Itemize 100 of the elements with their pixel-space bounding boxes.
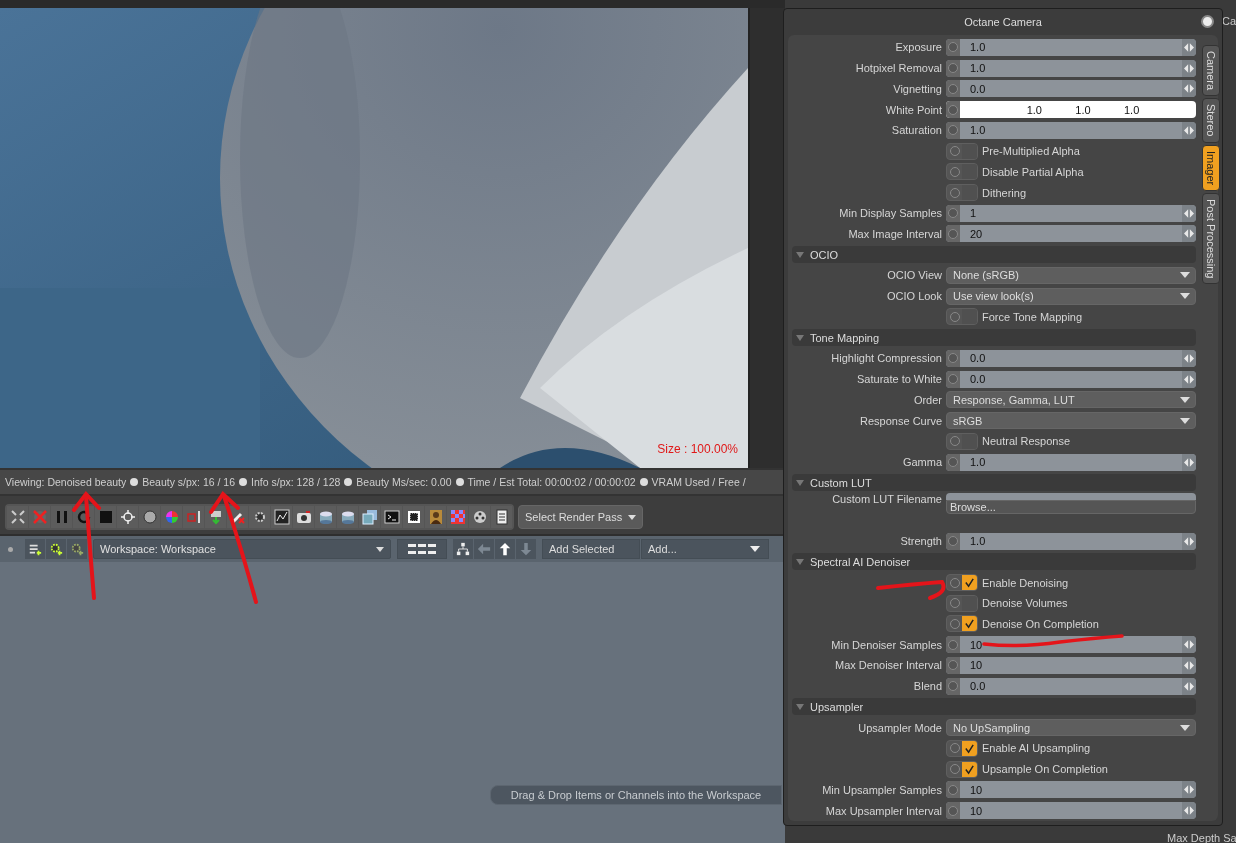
keyframe-dot-icon[interactable] xyxy=(949,577,960,588)
document-button[interactable] xyxy=(491,506,512,528)
arrows-icon[interactable] xyxy=(1184,806,1194,816)
checkbox[interactable] xyxy=(946,615,978,633)
dropdown[interactable]: None (sRGB) xyxy=(946,266,1196,284)
keyframe-dot-icon[interactable] xyxy=(948,83,958,94)
filename-field[interactable] xyxy=(946,493,1196,501)
arrows-icon[interactable] xyxy=(1184,536,1194,546)
checkbox[interactable] xyxy=(946,308,978,326)
dropdown[interactable]: Response, Gamma, LUT xyxy=(946,391,1196,409)
add-gear-button[interactable] xyxy=(46,539,66,559)
number-field[interactable]: 1.0 xyxy=(946,121,1196,139)
camera-button[interactable] xyxy=(293,506,314,528)
keyframe-dot-icon[interactable] xyxy=(948,63,958,74)
workspace-dropdown[interactable]: Workspace: Workspace xyxy=(93,539,391,559)
keyframe-dot-icon[interactable] xyxy=(948,784,958,795)
vertical-tab[interactable]: Camera xyxy=(1202,45,1220,97)
number-field[interactable]: 1.0 xyxy=(946,38,1196,56)
section-header[interactable]: Custom LUT xyxy=(792,474,1196,492)
keyframe-dot-icon[interactable] xyxy=(948,805,958,816)
number-field[interactable]: 10 xyxy=(946,656,1196,674)
arrows-icon[interactable] xyxy=(1184,660,1194,670)
number-field[interactable]: 1.0 xyxy=(946,453,1196,471)
number-field[interactable]: 0.0 xyxy=(946,370,1196,388)
arrows-icon[interactable] xyxy=(1184,374,1194,384)
keyframe-dot-icon[interactable] xyxy=(948,208,958,219)
keyframe-dot-icon[interactable] xyxy=(948,536,958,547)
focus-button[interactable] xyxy=(117,506,138,528)
frame-button[interactable] xyxy=(403,506,424,528)
add-selected-button[interactable]: Add Selected xyxy=(542,539,640,559)
keyframe-dot-icon[interactable] xyxy=(948,353,958,364)
number-field[interactable]: 0.0 xyxy=(946,677,1196,695)
checker-button[interactable] xyxy=(447,506,468,528)
checkbox[interactable] xyxy=(946,574,978,591)
dropdown[interactable]: sRGB xyxy=(946,412,1196,430)
number-field[interactable]: 10 xyxy=(946,781,1196,799)
number-field[interactable]: 20 xyxy=(946,225,1196,243)
vertical-tab[interactable]: Imager xyxy=(1202,144,1220,191)
section-header[interactable]: Tone Mapping xyxy=(792,329,1196,347)
keyframe-dot-icon[interactable] xyxy=(949,743,960,754)
keyframe-dot-icon[interactable] xyxy=(948,457,958,468)
cylinder-button[interactable] xyxy=(315,506,336,528)
checkbox[interactable] xyxy=(946,432,978,450)
checkbox[interactable] xyxy=(946,594,978,612)
arrows-icon[interactable] xyxy=(1184,785,1194,795)
arrows-icon[interactable] xyxy=(1184,84,1194,94)
checkbox[interactable] xyxy=(946,163,978,181)
gear-button[interactable] xyxy=(249,506,270,528)
dropdown[interactable]: No UpSampling xyxy=(946,719,1196,737)
vertical-tab[interactable]: Post Processing xyxy=(1202,192,1220,285)
download-button[interactable] xyxy=(205,506,226,528)
keyframe-dot-icon[interactable] xyxy=(948,660,958,671)
hierarchy-button[interactable] xyxy=(453,539,473,559)
arrows-icon[interactable] xyxy=(1184,63,1194,73)
checkbox[interactable] xyxy=(946,184,978,201)
keyframe-dot-icon[interactable] xyxy=(948,639,958,650)
keyframe-dot-icon[interactable] xyxy=(948,125,958,136)
layout-button[interactable] xyxy=(397,539,447,559)
checkbox[interactable] xyxy=(946,142,978,160)
number-field[interactable]: 0.0 xyxy=(946,349,1196,367)
keyframe-dot-icon[interactable] xyxy=(949,311,960,322)
browse-button[interactable]: Browse... xyxy=(946,500,1196,515)
portrait-button[interactable] xyxy=(425,506,446,528)
checkbox[interactable] xyxy=(946,760,978,778)
color-field[interactable]: 1.0 1.0 1.0 xyxy=(946,101,1196,119)
arrows-icon[interactable] xyxy=(1184,229,1194,239)
keyframe-dot-icon[interactable] xyxy=(949,618,960,629)
cylinder-button[interactable] xyxy=(337,506,358,528)
film-reel-button[interactable] xyxy=(469,506,490,528)
keyframe-dot-icon[interactable] xyxy=(949,146,960,157)
expand-button[interactable] xyxy=(7,506,28,528)
number-field[interactable]: 1.0 xyxy=(946,59,1196,77)
keyframe-dot-icon[interactable] xyxy=(949,764,960,775)
vertical-tab[interactable]: Stereo xyxy=(1202,98,1220,143)
stop-button[interactable] xyxy=(95,506,116,528)
pause-button[interactable] xyxy=(51,506,72,528)
keyframe-dot-icon[interactable] xyxy=(948,228,958,239)
number-field[interactable]: 1 xyxy=(946,204,1196,222)
layers-button[interactable] xyxy=(359,506,380,528)
up-arrow-button[interactable] xyxy=(495,539,515,559)
keyframe-dot-icon[interactable] xyxy=(949,166,960,177)
keyframe-dot-icon[interactable] xyxy=(948,104,958,115)
section-header[interactable]: OCIO xyxy=(792,246,1196,264)
number-field[interactable]: 0.0 xyxy=(946,80,1196,98)
arrows-icon[interactable] xyxy=(1184,208,1194,218)
render-pass-dropdown[interactable]: Select Render Pass xyxy=(518,505,644,529)
chart-button[interactable] xyxy=(271,506,292,528)
keyframe-dot-icon[interactable] xyxy=(949,187,960,198)
arrows-icon[interactable] xyxy=(1184,681,1194,691)
add-dropdown[interactable]: Add... xyxy=(641,539,769,559)
sphere-button[interactable] xyxy=(139,506,160,528)
keyframe-dot-icon[interactable] xyxy=(949,436,960,447)
arrows-icon[interactable] xyxy=(1184,42,1194,52)
dropdown[interactable]: Use view look(s) xyxy=(946,287,1196,305)
terminal-button[interactable] xyxy=(381,506,402,528)
arrows-icon[interactable] xyxy=(1184,353,1194,363)
arrows-icon[interactable] xyxy=(1184,640,1194,650)
arrows-icon[interactable] xyxy=(1184,457,1194,467)
checkbox[interactable] xyxy=(946,739,978,757)
number-field[interactable]: 1.0 xyxy=(946,532,1196,550)
